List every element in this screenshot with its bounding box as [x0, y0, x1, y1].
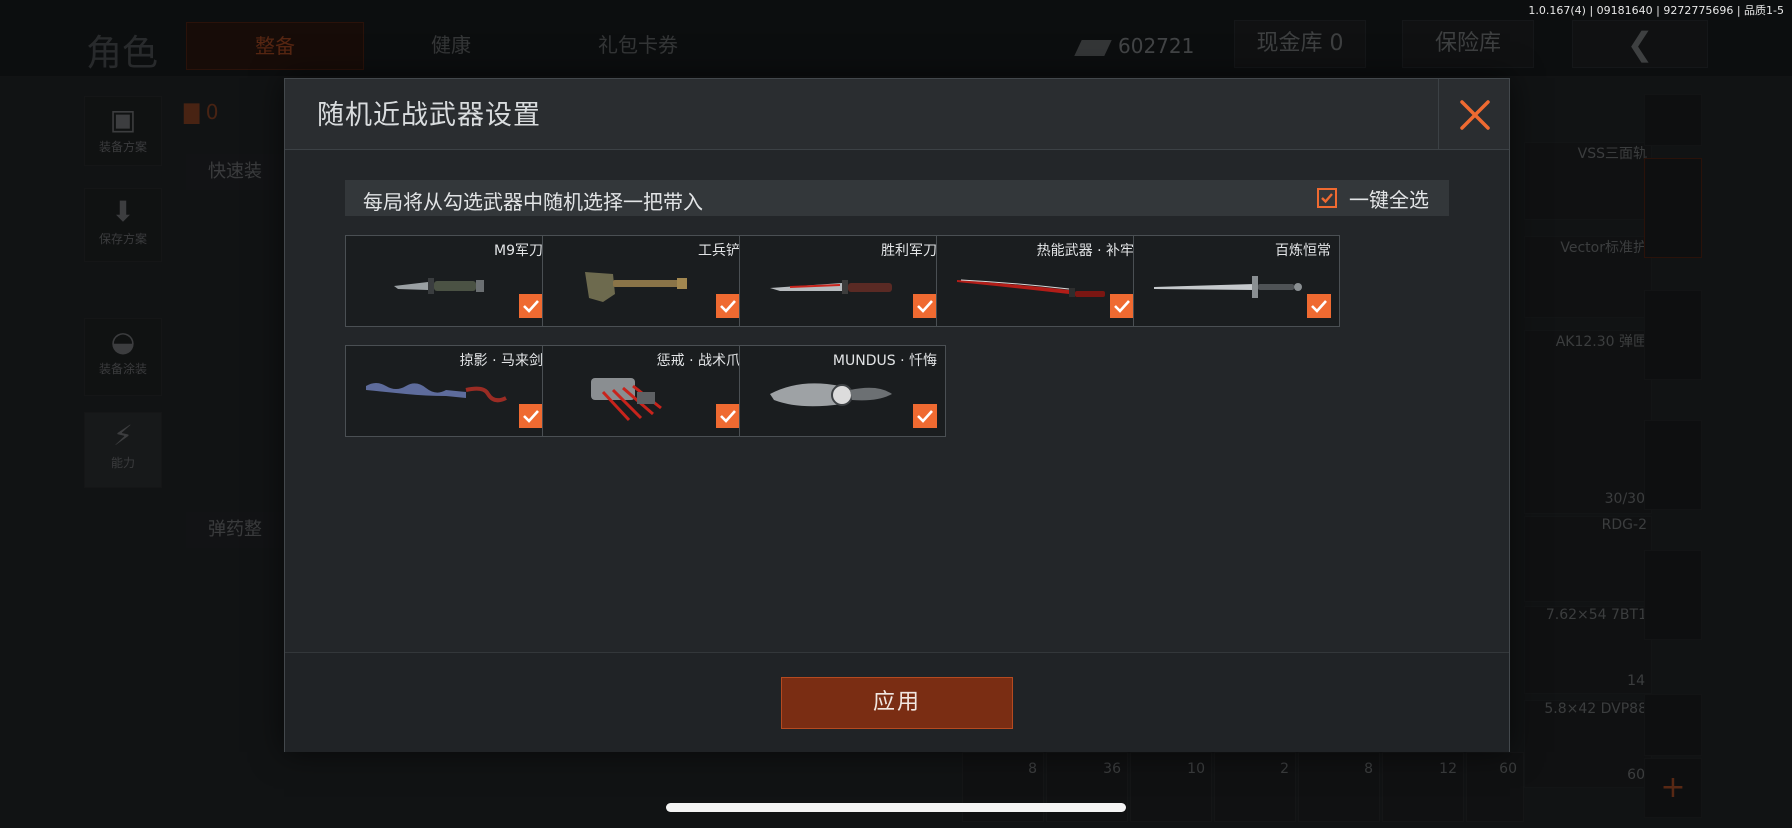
version-label: 1.0.167(4) | 09181640 | 9272775696 | 品质1… — [1528, 4, 1784, 17]
check-icon — [1311, 300, 1327, 313]
check-icon — [917, 410, 933, 423]
select-all-label: 一键全选 — [1349, 187, 1429, 212]
karambit-icon — [770, 383, 892, 407]
check-icon — [720, 410, 736, 423]
dialog-title: 随机近战武器设置 — [317, 100, 541, 131]
dialog-header: 随机近战武器设置 — [285, 79, 1509, 150]
weapon-name: M9军刀 — [494, 243, 543, 259]
check-icon — [917, 300, 933, 313]
check-icon — [1114, 300, 1130, 313]
home-indicator[interactable] — [666, 803, 1126, 812]
claw-icon — [591, 378, 662, 422]
check-icon — [523, 300, 539, 313]
check-icon — [720, 300, 736, 313]
weapon-name: 胜利军刀 — [881, 243, 937, 259]
weapon-card-mundus[interactable]: MUNDUS · 忏悔 — [739, 345, 946, 437]
weapon-name: MUNDUS · 忏悔 — [832, 353, 937, 369]
weapon-checkbox[interactable] — [1110, 294, 1134, 318]
apply-button[interactable]: 应用 — [781, 677, 1013, 729]
check-icon — [523, 410, 539, 423]
weapon-card-thermal-katana[interactable]: 热能武器 · 补牢 — [936, 235, 1143, 327]
weapon-name: 惩戒 · 战术爪 — [656, 353, 740, 369]
weapon-card-tactical-claw[interactable]: 惩戒 · 战术爪 — [542, 345, 749, 437]
weapon-card-m9[interactable]: M9军刀 — [345, 235, 552, 327]
kris-icon — [366, 383, 507, 403]
select-all-checkbox[interactable] — [1317, 188, 1337, 208]
weapon-card-shovel[interactable]: 工兵铲 — [542, 235, 749, 327]
katana-icon — [957, 279, 1105, 297]
weapon-card-tempered-sword[interactable]: 百炼恒常 — [1133, 235, 1340, 327]
check-icon — [1321, 193, 1333, 204]
shovel-icon — [585, 272, 687, 302]
weapon-name: 热能武器 · 补牢 — [1036, 243, 1134, 259]
bayonet-icon — [394, 278, 484, 294]
random-melee-dialog: 随机近战武器设置 每局将从勾选武器中随机选择一把带入 一键全选 M9军刀 工兵铲… — [284, 78, 1510, 752]
weapon-checkbox[interactable] — [913, 294, 937, 318]
close-icon — [1460, 100, 1490, 130]
knife-icon — [770, 280, 892, 294]
weapon-name: 掠影 · 马来剑 — [459, 353, 543, 369]
weapon-card-kris[interactable]: 掠影 · 马来剑 — [345, 345, 552, 437]
weapon-checkbox[interactable] — [913, 404, 937, 428]
weapon-checkbox[interactable] — [716, 404, 740, 428]
select-all-toggle[interactable]: 一键全选 — [1317, 184, 1429, 212]
info-bar: 每局将从勾选武器中随机选择一把带入 一键全选 — [345, 180, 1449, 216]
weapon-name: 百炼恒常 — [1275, 243, 1331, 259]
sword-icon — [1154, 276, 1302, 298]
weapon-checkbox[interactable] — [519, 294, 543, 318]
weapon-checkbox[interactable] — [519, 404, 543, 428]
info-text: 每局将从勾选武器中随机选择一把带入 — [363, 190, 703, 214]
weapon-card-victory-saber[interactable]: 胜利军刀 — [739, 235, 946, 327]
weapon-checkbox[interactable] — [1307, 294, 1331, 318]
weapon-checkbox[interactable] — [716, 294, 740, 318]
weapon-name: 工兵铲 — [698, 243, 740, 259]
close-button[interactable] — [1438, 79, 1509, 149]
